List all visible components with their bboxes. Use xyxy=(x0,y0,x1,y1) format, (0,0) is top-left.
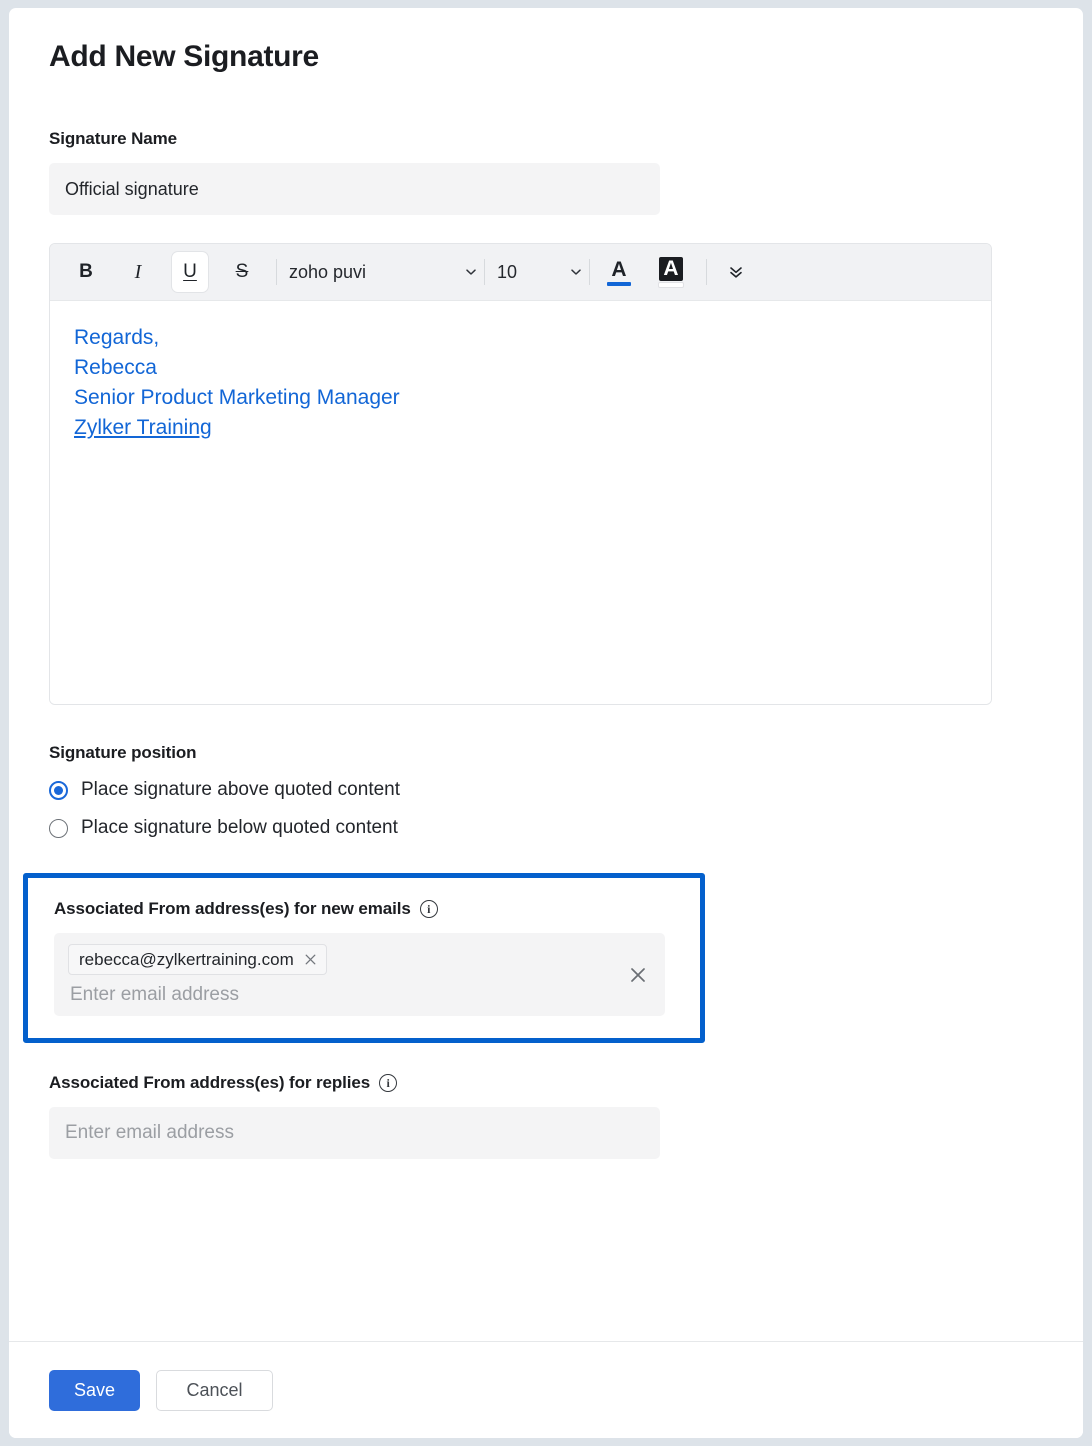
info-icon[interactable]: i xyxy=(379,1074,397,1092)
font-family-select[interactable]: zoho puvi xyxy=(289,255,484,289)
close-icon[interactable] xyxy=(625,962,651,988)
signature-link[interactable]: Zylker Training xyxy=(74,413,967,443)
replies-placeholder: Enter email address xyxy=(65,1122,234,1144)
cancel-button[interactable]: Cancel xyxy=(156,1370,273,1411)
signature-content-area[interactable]: Regards, Rebecca Senior Product Marketin… xyxy=(50,301,991,704)
signature-name-value: Official signature xyxy=(65,179,199,200)
signature-name-label: Signature Name xyxy=(49,129,1043,149)
text-color-icon[interactable]: A xyxy=(602,253,636,291)
underline-icon[interactable]: U xyxy=(172,252,208,292)
close-icon[interactable] xyxy=(304,953,317,966)
italic-icon[interactable]: I xyxy=(120,255,156,289)
email-chip[interactable]: rebecca@zylkertraining.com xyxy=(68,944,327,975)
signature-line: Senior Product Marketing Manager xyxy=(74,383,967,413)
new-emails-label: Associated From address(es) for new emai… xyxy=(54,899,411,919)
new-emails-placeholder: Enter email address xyxy=(70,984,651,1006)
add-signature-dialog: Add New Signature Signature Name Officia… xyxy=(9,8,1083,1438)
signature-editor: B I U S zoho puvi 10 xyxy=(49,243,992,705)
highlight-color-glyph: A xyxy=(659,257,682,281)
new-emails-chips-input[interactable]: rebecca@zylkertraining.com Enter email a… xyxy=(54,933,665,1016)
replies-label-row: Associated From address(es) for replies … xyxy=(49,1073,1043,1093)
editor-toolbar: B I U S zoho puvi 10 xyxy=(50,244,991,301)
new-emails-label-row: Associated From address(es) for new emai… xyxy=(54,899,676,919)
bold-icon[interactable]: B xyxy=(68,255,104,289)
dialog-body: Add New Signature Signature Name Officia… xyxy=(9,8,1083,1341)
font-family-value: zoho puvi xyxy=(289,262,366,283)
radio-label-above: Place signature above quoted content xyxy=(81,779,400,801)
signature-name-input[interactable]: Official signature xyxy=(49,163,660,215)
signature-position-label: Signature position xyxy=(49,743,1043,763)
signature-line: Regards, xyxy=(74,323,967,353)
email-chip-label: rebecca@zylkertraining.com xyxy=(79,950,294,970)
radio-label-below: Place signature below quoted content xyxy=(81,817,398,839)
text-color-swatch xyxy=(607,282,631,286)
double-chevron-down-icon[interactable] xyxy=(719,255,753,289)
toolbar-divider xyxy=(484,259,485,285)
font-size-value: 10 xyxy=(497,262,517,283)
replies-label: Associated From address(es) for replies xyxy=(49,1073,370,1093)
strikethrough-icon[interactable]: S xyxy=(224,255,260,289)
radio-option-above[interactable]: Place signature above quoted content xyxy=(49,779,1043,801)
radio-option-below[interactable]: Place signature below quoted content xyxy=(49,817,1043,839)
toolbar-divider xyxy=(589,259,590,285)
save-button[interactable]: Save xyxy=(49,1370,140,1411)
replies-group: Associated From address(es) for replies … xyxy=(49,1073,1043,1159)
radio-icon-selected[interactable] xyxy=(49,781,68,800)
page-title: Add New Signature xyxy=(49,40,1043,73)
highlight-color-swatch xyxy=(659,283,683,287)
toolbar-divider xyxy=(706,259,707,285)
font-size-select[interactable]: 10 xyxy=(497,255,589,289)
highlight-color-icon[interactable]: A xyxy=(654,253,688,291)
toolbar-divider xyxy=(276,259,277,285)
replies-email-input[interactable]: Enter email address xyxy=(49,1107,660,1159)
signature-position-group: Signature position Place signature above… xyxy=(49,743,1043,839)
signature-line: Rebecca xyxy=(74,353,967,383)
text-color-glyph: A xyxy=(611,259,626,280)
dialog-footer: Save Cancel xyxy=(9,1341,1083,1438)
radio-icon-unselected[interactable] xyxy=(49,819,68,838)
signature-name-group: Signature Name Official signature xyxy=(49,129,1043,215)
chevron-down-icon xyxy=(569,265,589,279)
chevron-down-icon xyxy=(464,265,484,279)
new-emails-highlight-box: Associated From address(es) for new emai… xyxy=(23,873,705,1043)
info-icon[interactable]: i xyxy=(420,900,438,918)
